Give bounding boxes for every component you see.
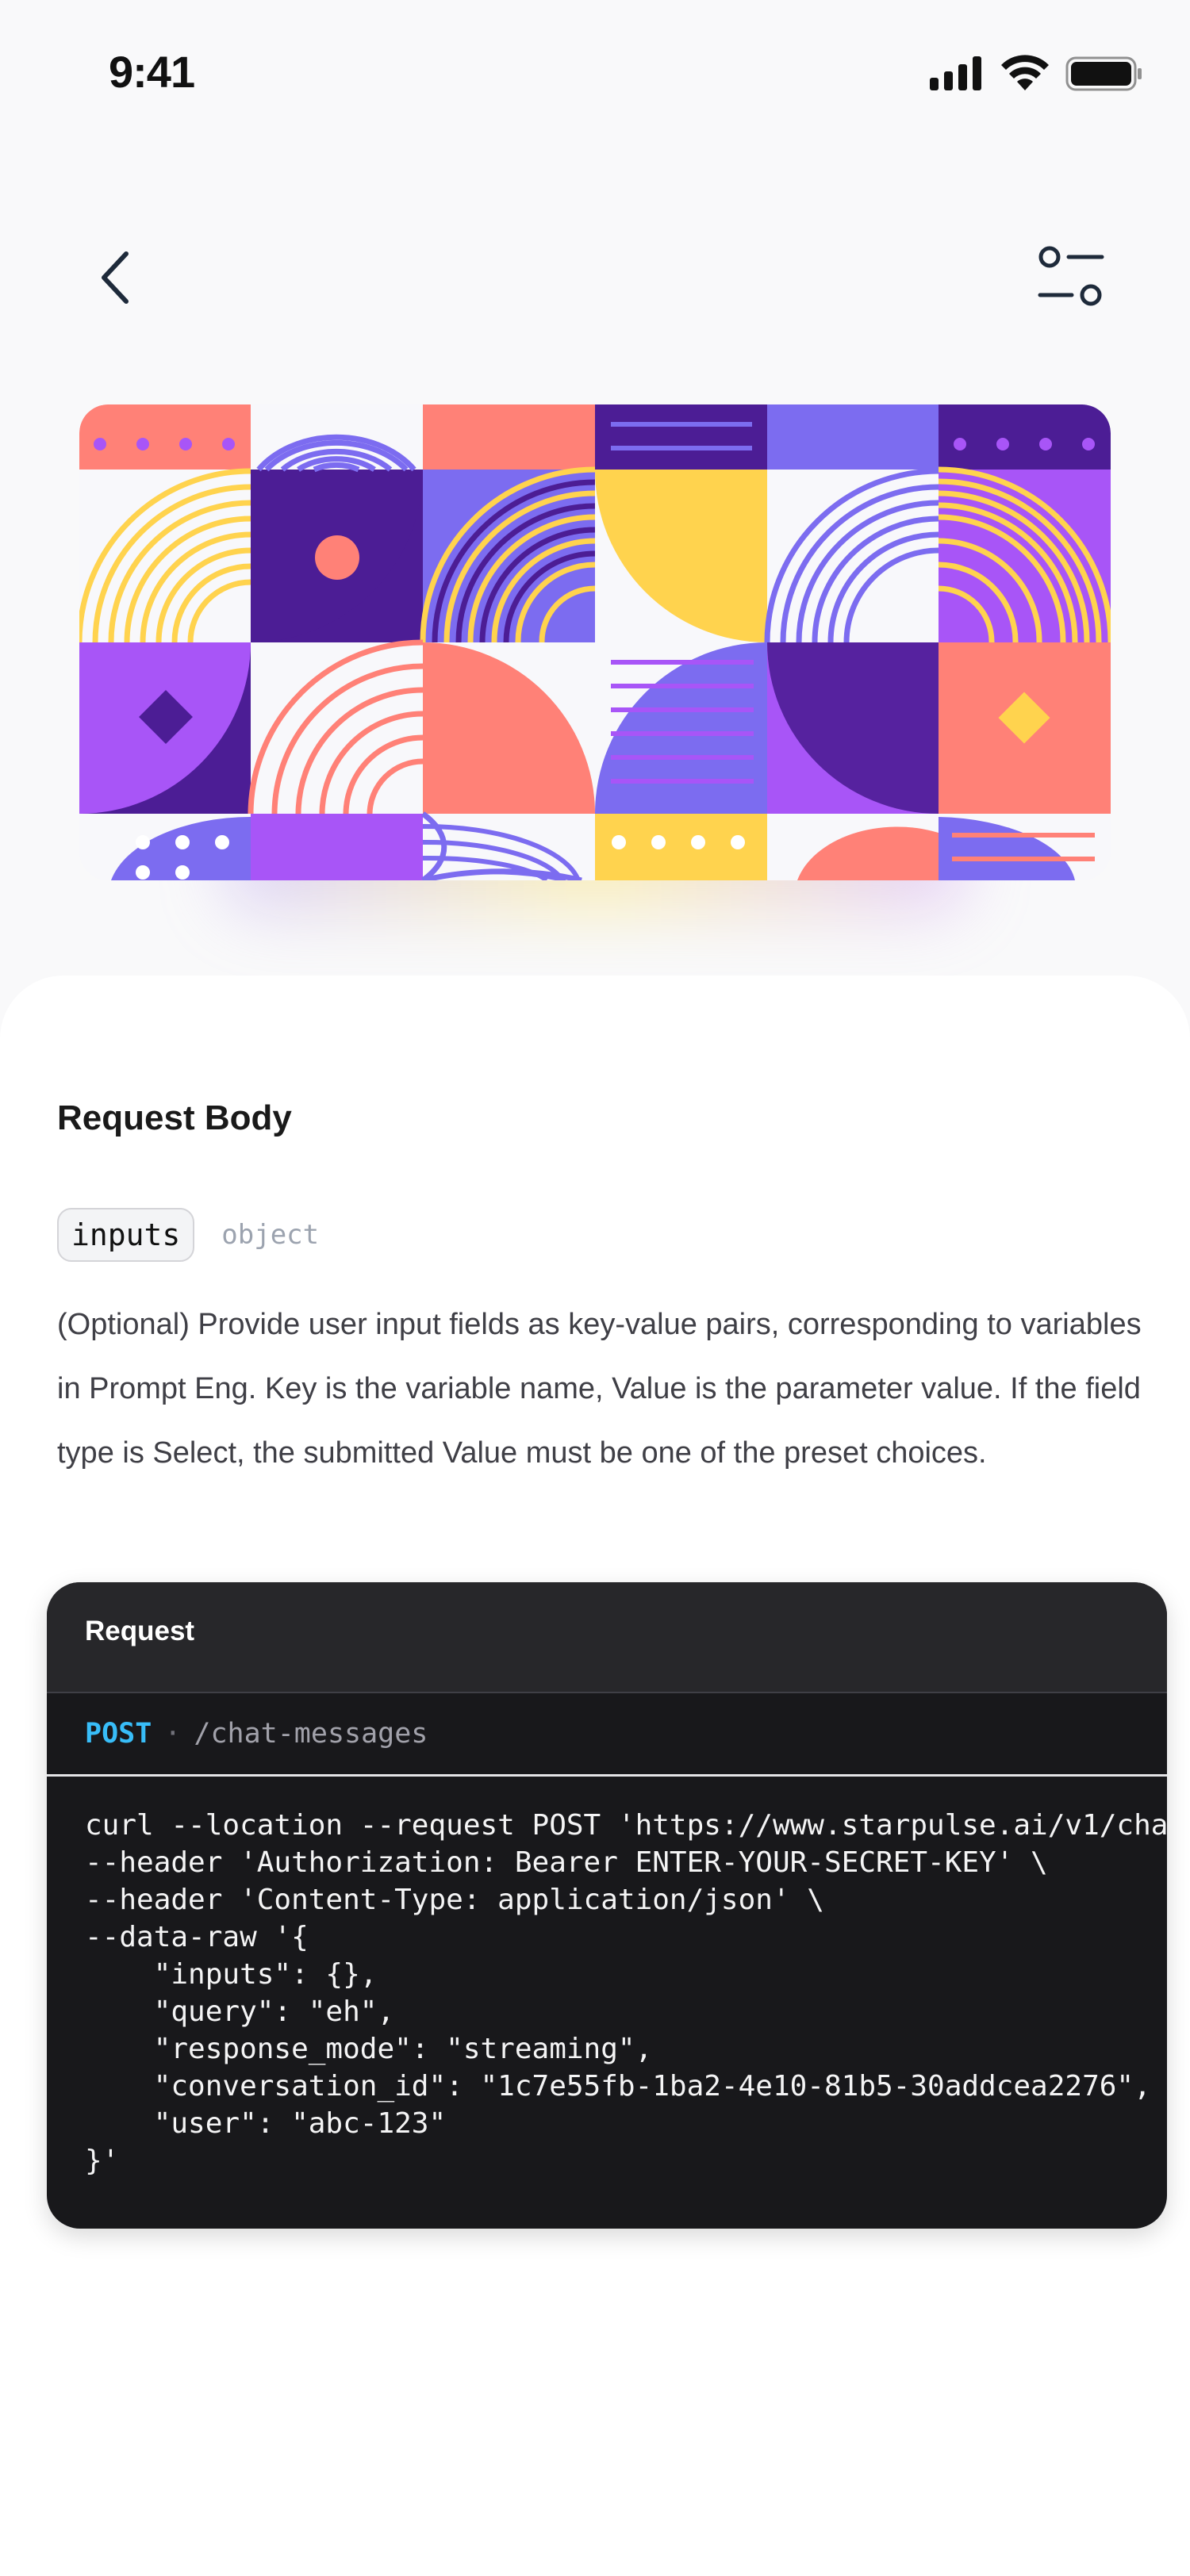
geometric-pattern-image	[79, 404, 1111, 880]
http-method: POST	[85, 1718, 152, 1750]
param-name-chip: inputs	[57, 1208, 195, 1262]
top-nav	[0, 206, 1190, 341]
sliders-icon	[1038, 246, 1104, 306]
endpoint-path: /chat-messages	[194, 1718, 428, 1750]
code-card-header: Request	[47, 1582, 1167, 1693]
status-bar: 9:41	[0, 0, 1190, 151]
param-type: object	[221, 1219, 320, 1251]
request-code-card: Request POST · /chat-messages curl --loc…	[47, 1582, 1167, 2229]
endpoint-route: POST · /chat-messages	[47, 1693, 1167, 1777]
route-separator: ·	[164, 1718, 182, 1750]
wifi-icon	[1001, 55, 1049, 90]
curl-code-block[interactable]: curl --location --request POST 'https://…	[47, 1777, 1167, 2210]
battery-icon	[1065, 56, 1142, 91]
back-button[interactable]	[79, 238, 151, 317]
hero-illustration	[79, 404, 1111, 912]
chevron-left-icon	[102, 251, 129, 304]
filter-button[interactable]	[1023, 238, 1119, 317]
code-card-title: Request	[85, 1616, 195, 1646]
status-icons	[930, 55, 1142, 91]
param-row: inputs object	[57, 1208, 319, 1262]
signal-icon	[930, 56, 981, 90]
status-time: 9:41	[109, 47, 195, 97]
param-description: (Optional) Provide user input fields as …	[57, 1308, 1142, 1470]
request-body-title: Request Body	[57, 1098, 292, 1137]
